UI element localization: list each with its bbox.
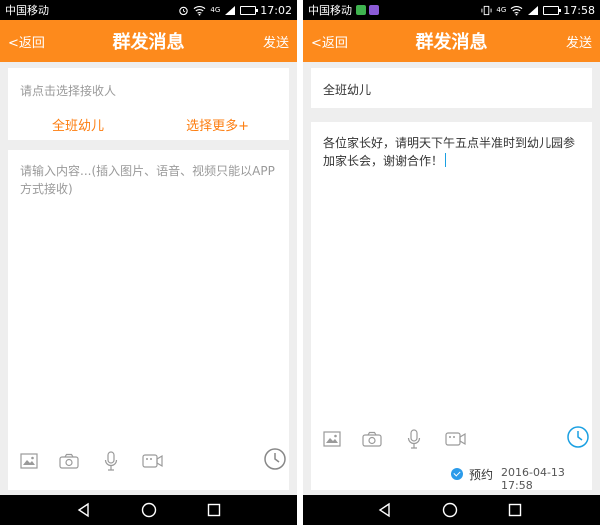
- carrier-label: 中国移动: [5, 4, 49, 17]
- recipients-card: 请点击选择接收人 全班幼儿 选择更多+: [8, 68, 289, 140]
- attachment-toolbar: [311, 426, 592, 458]
- schedule-row: 预约 2016-04-13 17:58: [311, 464, 592, 492]
- message-input[interactable]: 各位家长好，请明天下午五点半准时到幼儿园参加家长会，谢谢合作！: [323, 134, 580, 170]
- home-nav-icon[interactable]: [141, 502, 157, 518]
- network-type: 4G: [496, 6, 507, 14]
- android-nav-bar: [303, 495, 600, 525]
- attachment-toolbar: [8, 448, 289, 480]
- image-icon[interactable]: [18, 450, 40, 472]
- clock-icon[interactable]: [262, 446, 288, 472]
- battery-icon: [240, 5, 259, 15]
- send-button[interactable]: 发送: [263, 32, 289, 51]
- phone-screen-left: 中国移动 4G 17:02 <返回 群发消息 发送 请点击选择接收人 全班幼儿 …: [0, 0, 297, 525]
- carrier-label: 中国移动: [308, 4, 352, 17]
- send-button[interactable]: 发送: [566, 32, 592, 51]
- page-title: 群发消息: [415, 32, 488, 53]
- schedule-checkbox[interactable]: [451, 468, 463, 480]
- phone-screen-right: 中国移动 4G 17:58 <返回 群发消息 发送 全班幼儿 各位家长好，请明天…: [303, 0, 600, 525]
- status-bar: 中国移动 4G 17:02: [0, 0, 297, 20]
- android-nav-bar: [0, 495, 297, 525]
- back-nav-icon[interactable]: [377, 502, 393, 518]
- recipients-card[interactable]: 全班幼儿: [311, 68, 592, 108]
- video-icon[interactable]: [142, 450, 164, 472]
- recipient-picker[interactable]: 请点击选择接收人: [20, 82, 116, 99]
- recents-nav-icon[interactable]: [206, 502, 222, 518]
- home-nav-icon[interactable]: [442, 502, 458, 518]
- clock-time: 17:02: [260, 3, 292, 17]
- text-cursor: [445, 153, 447, 167]
- signal-icon: [225, 5, 236, 15]
- schedule-label: 预约: [469, 468, 494, 482]
- camera-icon[interactable]: [361, 428, 383, 450]
- select-whole-class-button[interactable]: 全班幼儿: [52, 115, 104, 134]
- microphone-icon[interactable]: [100, 450, 122, 472]
- recents-nav-icon[interactable]: [507, 502, 523, 518]
- alarm-icon: [179, 6, 189, 15]
- vibrate-icon: [481, 5, 492, 15]
- back-nav-icon[interactable]: [76, 502, 92, 518]
- camera-icon[interactable]: [58, 450, 80, 472]
- wechat-icon: [356, 5, 366, 15]
- selected-recipients: 全班幼儿: [323, 83, 372, 97]
- select-more-button[interactable]: 选择更多+: [186, 115, 249, 134]
- message-card: 请输入内容...(插入图片、语音、视频只能以APP方式接收): [8, 150, 289, 490]
- image-icon[interactable]: [321, 428, 343, 450]
- header-bar: <返回 群发消息 发送: [303, 20, 600, 62]
- network-type: 4G: [210, 6, 221, 14]
- message-text: 各位家长好，请明天下午五点半准时到幼儿园参加家长会，谢谢合作！: [323, 136, 576, 168]
- page-title: 群发消息: [112, 32, 185, 53]
- header-bar: <返回 群发消息 发送: [0, 20, 297, 62]
- clock-icon[interactable]: [565, 424, 591, 450]
- wifi-icon: [194, 5, 206, 16]
- schedule-datetime[interactable]: 2016-04-13 17:58: [501, 466, 592, 492]
- message-card: 各位家长好，请明天下午五点半准时到幼儿园参加家长会，谢谢合作！ 预约 2016-…: [311, 122, 592, 492]
- clock-time: 17:58: [563, 3, 595, 17]
- status-bar: 中国移动 4G 17:58: [303, 0, 600, 20]
- app-icon: [369, 5, 379, 15]
- microphone-icon[interactable]: [403, 428, 425, 450]
- wifi-icon: [510, 5, 523, 16]
- battery-icon: [543, 5, 562, 15]
- video-icon[interactable]: [445, 428, 467, 450]
- signal-icon: [528, 5, 539, 15]
- message-input[interactable]: 请输入内容...(插入图片、语音、视频只能以APP方式接收): [20, 162, 277, 198]
